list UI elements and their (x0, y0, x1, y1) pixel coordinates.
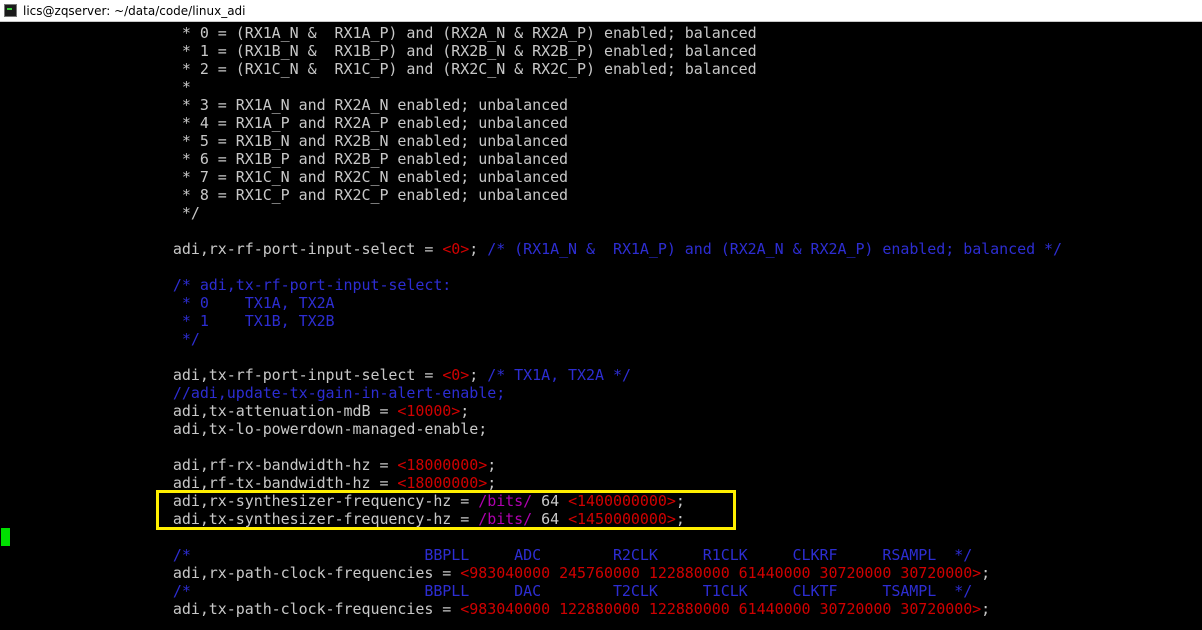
terminal-icon (4, 4, 17, 17)
terminal-text-segment: ; (487, 474, 497, 492)
terminal-text-segment: adi,rx-synthesizer-frequency-hz = (119, 492, 479, 510)
terminal-line: * 0 = (RX1A_N & RX1A_P) and (RX2A_N & RX… (119, 24, 757, 42)
terminal-output[interactable]: * 0 = (RX1A_N & RX1A_P) and (RX2A_N & RX… (0, 22, 1202, 630)
terminal-line: */ (119, 204, 200, 222)
terminal-text-segment: * 6 = RX1B_P and RX2B_P enabled; unbalan… (119, 150, 569, 168)
terminal-line: adi,tx-lo-powerdown-managed-enable; (119, 420, 487, 438)
terminal-text-segment: 64 (532, 492, 569, 510)
terminal-line: adi,rx-synthesizer-frequency-hz = /bits/… (119, 492, 685, 510)
terminal-line: adi,tx-attenuation-mdB = <10000>; (119, 402, 469, 420)
terminal-text-segment: /* (RX1A_N & RX1A_P) and (RX2A_N & RX2A_… (487, 240, 1063, 258)
terminal-text-segment: * 5 = RX1B_N and RX2B_N enabled; unbalan… (119, 132, 569, 150)
terminal-line: */ (119, 330, 200, 348)
terminal-text-segment: * 3 = RX1A_N and RX2A_N enabled; unbalan… (119, 96, 569, 114)
terminal-line: adi,rf-rx-bandwidth-hz = <18000000>; (119, 456, 496, 474)
terminal-line: adi,rx-rf-port-input-select = <0>; /* (R… (119, 240, 1062, 258)
terminal-text-segment: adi,tx-attenuation-mdB = (119, 402, 398, 420)
terminal-text-segment: <18000000> (397, 474, 488, 492)
terminal-text-segment: ; (460, 402, 470, 420)
terminal-text-segment: //adi,update-tx-gain-in-alert-enable; (119, 384, 506, 402)
terminal-text-segment: /* BBPLL DAC T2CLK T1CLK CLKTF TSAMPL */ (119, 582, 973, 600)
terminal-text-segment: adi,tx-lo-powerdown-managed-enable; (119, 420, 488, 438)
terminal-line: /* BBPLL DAC T2CLK T1CLK CLKTF TSAMPL */ (119, 582, 972, 600)
terminal-text-segment: adi,rf-tx-bandwidth-hz = (119, 474, 398, 492)
terminal-line: * 5 = RX1B_N and RX2B_N enabled; unbalan… (119, 132, 568, 150)
terminal-text-segment: */ (119, 330, 200, 348)
terminal-text-segment: adi,rx-rf-port-input-select = (119, 240, 443, 258)
terminal-cursor (1, 528, 10, 546)
terminal-text-segment: ; (469, 366, 488, 384)
terminal-line: * 1 = (RX1B_N & RX1B_P) and (RX2B_N & RX… (119, 42, 757, 60)
terminal-text-segment: /* BBPLL ADC R2CLK R1CLK CLKRF RSAMPL */ (119, 546, 973, 564)
terminal-text-segment: * 1 TX1B, TX2B (119, 312, 335, 330)
terminal-text-segment: <983040000 245760000 122880000 61440000 … (460, 564, 982, 582)
terminal-text-segment: <18000000> (397, 456, 488, 474)
terminal-text-segment: <10000> (397, 402, 461, 420)
terminal-text-segment: ; (675, 510, 685, 528)
terminal-line: * 6 = RX1B_P and RX2B_P enabled; unbalan… (119, 150, 568, 168)
terminal-line: * 3 = RX1A_N and RX2A_N enabled; unbalan… (119, 96, 568, 114)
window-titlebar[interactable]: lics@zqserver: ~/data/code/linux_adi (0, 0, 1202, 22)
terminal-line: * 7 = RX1C_N and RX2C_N enabled; unbalan… (119, 168, 568, 186)
terminal-text-segment: adi,rx-path-clock-frequencies = (119, 564, 461, 582)
terminal-line: * 8 = RX1C_P and RX2C_P enabled; unbalan… (119, 186, 568, 204)
terminal-text-segment: */ (119, 204, 200, 222)
terminal-line: //adi,update-tx-gain-in-alert-enable; (119, 384, 505, 402)
terminal-line: * 0 TX1A, TX2A (119, 294, 335, 312)
terminal-text-segment: * 0 TX1A, TX2A (119, 294, 335, 312)
terminal-text-segment: /* TX1A, TX2A */ (487, 366, 631, 384)
terminal-text-segment: * 4 = RX1A_P and RX2A_P enabled; unbalan… (119, 114, 569, 132)
terminal-line: * (119, 78, 191, 96)
terminal-text-segment: /bits/ (478, 492, 533, 510)
terminal-line: /* BBPLL ADC R2CLK R1CLK CLKRF RSAMPL */ (119, 546, 972, 564)
terminal-text-segment: ; (981, 600, 991, 618)
terminal-line: * 4 = RX1A_P and RX2A_P enabled; unbalan… (119, 114, 568, 132)
window-title: lics@zqserver: ~/data/code/linux_adi (23, 3, 246, 18)
terminal-text-segment: * 7 = RX1C_N and RX2C_N enabled; unbalan… (119, 168, 569, 186)
terminal-line: adi,rx-path-clock-frequencies = <9830400… (119, 564, 990, 582)
terminal-text-segment: adi,tx-path-clock-frequencies = (119, 600, 461, 618)
terminal-text-segment: <0> (442, 240, 470, 258)
terminal-line: /* adi,tx-rf-port-input-select: (119, 276, 451, 294)
terminal-line: adi,tx-synthesizer-frequency-hz = /bits/… (119, 510, 685, 528)
terminal-text-segment: 64 (532, 510, 569, 528)
terminal-text-segment: <1450000000> (568, 510, 676, 528)
terminal-line: adi,rf-tx-bandwidth-hz = <18000000>; (119, 474, 496, 492)
terminal-text-segment: /* adi,tx-rf-port-input-select: (119, 276, 452, 294)
terminal-text-segment: ; (469, 240, 488, 258)
terminal-line: adi,tx-path-clock-frequencies = <9830400… (119, 600, 990, 618)
terminal-text-segment: * 2 = (RX1C_N & RX1C_P) and (RX2C_N & RX… (119, 60, 757, 78)
terminal-text-segment: * 0 = (RX1A_N & RX1A_P) and (RX2A_N & RX… (119, 24, 757, 42)
terminal-text-segment: <1400000000> (568, 492, 676, 510)
terminal-text-segment: ; (675, 492, 685, 510)
terminal-line: adi,tx-rf-port-input-select = <0>; /* TX… (119, 366, 631, 384)
terminal-text-segment: /bits/ (478, 510, 533, 528)
terminal-text-segment: <983040000 122880000 122880000 61440000 … (460, 600, 982, 618)
terminal-text-segment: <0> (442, 366, 470, 384)
terminal-text-segment: * 1 = (RX1B_N & RX1B_P) and (RX2B_N & RX… (119, 42, 757, 60)
terminal-text-segment: adi,tx-synthesizer-frequency-hz = (119, 510, 479, 528)
terminal-text-segment: ; (487, 456, 497, 474)
terminal-line: * 2 = (RX1C_N & RX1C_P) and (RX2C_N & RX… (119, 60, 757, 78)
terminal-text-segment: ; (981, 564, 991, 582)
terminal-text-segment: adi,tx-rf-port-input-select = (119, 366, 443, 384)
terminal-text-segment: * (119, 78, 191, 96)
terminal-line: * 1 TX1B, TX2B (119, 312, 335, 330)
terminal-text-segment: * 8 = RX1C_P and RX2C_P enabled; unbalan… (119, 186, 569, 204)
terminal-text-segment: adi,rf-rx-bandwidth-hz = (119, 456, 398, 474)
